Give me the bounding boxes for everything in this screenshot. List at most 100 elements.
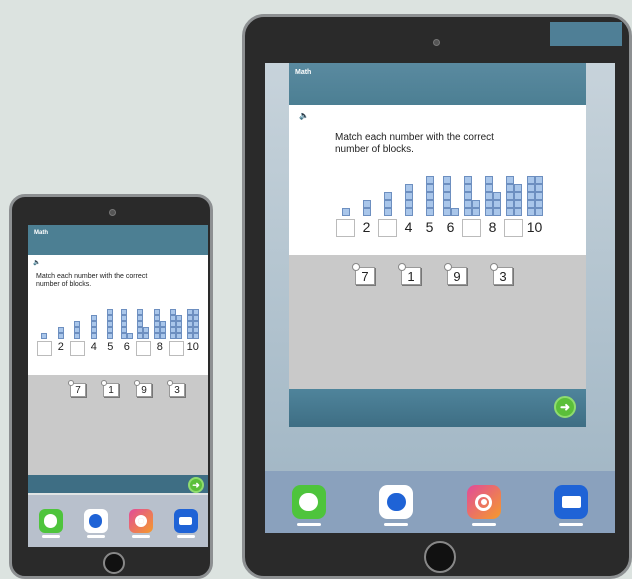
tile-speaker-icon[interactable] <box>166 379 173 387</box>
tile-speaker-icon[interactable] <box>443 262 452 271</box>
number-label: 5 <box>425 219 434 235</box>
tile-speaker-icon[interactable] <box>489 262 498 271</box>
block-cell <box>57 327 64 333</box>
block-cell <box>425 184 434 192</box>
next-button[interactable]: ➜ <box>188 477 204 493</box>
answer-slot[interactable] <box>336 219 355 237</box>
answer-slot[interactable] <box>504 219 523 237</box>
answer-slot[interactable] <box>462 219 481 237</box>
home-button[interactable] <box>424 541 456 573</box>
dock-indicator <box>131 535 150 539</box>
answer-tile[interactable]: 9 <box>443 262 467 285</box>
block-cell <box>425 200 434 208</box>
block-cell <box>362 208 371 216</box>
camera-dot <box>109 209 116 216</box>
answer-tile[interactable]: 1 <box>397 262 421 285</box>
messages-icon[interactable] <box>291 485 326 527</box>
answer-tile[interactable]: 7 <box>67 379 86 397</box>
app-dock <box>28 495 208 547</box>
block-cell <box>492 200 501 208</box>
block-cell <box>153 309 160 315</box>
block-cell <box>463 184 472 192</box>
tile-speaker-icon[interactable] <box>397 262 406 271</box>
block-cell <box>90 327 97 333</box>
answer-tile[interactable]: 3 <box>166 379 185 397</box>
messages-icon[interactable] <box>38 509 63 539</box>
block-cell <box>176 333 183 339</box>
tile-number: 3 <box>174 385 180 396</box>
number-label: 4 <box>404 219 413 235</box>
answer-slot[interactable] <box>37 341 52 356</box>
block-cell <box>505 200 514 208</box>
block-cell <box>484 176 493 184</box>
tile-speaker-icon[interactable] <box>133 379 140 387</box>
camera-icon[interactable] <box>379 485 414 527</box>
number-label: 6 <box>123 341 130 353</box>
block-cell <box>484 192 493 200</box>
block-cell <box>425 192 434 200</box>
block-cell <box>383 200 392 208</box>
answer-tile[interactable]: 3 <box>489 262 513 285</box>
browser-icon[interactable] <box>173 509 198 539</box>
dock-indicator <box>296 523 321 527</box>
dock-glyph <box>561 496 581 508</box>
block-cell <box>120 315 127 321</box>
camera-icon[interactable] <box>83 509 108 539</box>
block-cell <box>534 200 543 208</box>
tile-speaker-icon[interactable] <box>100 379 107 387</box>
dock-glyph <box>178 516 193 526</box>
dock-indicator <box>471 523 496 527</box>
tile-speaker-icon[interactable] <box>351 262 360 271</box>
browser-icon[interactable] <box>554 485 589 527</box>
answer-tile[interactable]: 7 <box>351 262 375 285</box>
block-cell <box>513 184 522 192</box>
lesson-footer <box>289 389 586 427</box>
number-label: 5 <box>107 341 114 353</box>
subject-header: Math <box>28 225 208 255</box>
block-cell <box>159 333 166 339</box>
answer-slot[interactable] <box>378 219 397 237</box>
answer-slot[interactable] <box>70 341 85 356</box>
corner-badge <box>550 22 622 46</box>
dock-glyph <box>43 514 58 528</box>
tile-speaker-icon[interactable] <box>67 379 74 387</box>
speaker-icon[interactable]: 🔈 <box>299 111 309 120</box>
answer-tiles: 7 1 9 3 <box>289 261 586 291</box>
block-cell <box>74 327 81 333</box>
block-cell <box>526 200 535 208</box>
tile-number: 1 <box>108 385 114 396</box>
tablet-device: Math 🔈 Match each number with the correc… <box>242 14 632 579</box>
question-prompt: Match each number with the correct numbe… <box>335 132 575 155</box>
block-cell <box>526 208 535 216</box>
block-column <box>461 173 482 216</box>
subject-label: Math <box>295 69 312 76</box>
block-cell <box>534 176 543 184</box>
block-cell <box>442 208 451 216</box>
lesson-panel: Math 🔈 Match each number with the correc… <box>289 63 586 427</box>
answer-tile[interactable]: 1 <box>100 379 119 397</box>
question-prompt: Match each number with the correct numbe… <box>36 273 196 289</box>
block-column <box>168 305 185 339</box>
tile-number: 1 <box>407 269 415 284</box>
speaker-icon[interactable]: 🔈 <box>33 259 40 266</box>
block-cell <box>90 315 97 321</box>
phone-screen: Math 🔈 Match each number with the correc… <box>28 225 208 547</box>
block-cell <box>471 200 480 208</box>
block-column <box>356 173 377 216</box>
photos-icon[interactable] <box>128 509 153 539</box>
block-column <box>335 173 356 216</box>
answer-tiles: 7 1 9 3 <box>28 377 208 401</box>
answer-tile[interactable]: 9 <box>133 379 152 397</box>
block-cell <box>484 208 493 216</box>
number-row: 2 4 5 6 8 10 <box>36 341 201 356</box>
answer-slot[interactable] <box>136 341 151 356</box>
home-button[interactable] <box>103 552 125 574</box>
photos-icon[interactable] <box>466 485 501 527</box>
block-cell <box>120 309 127 315</box>
block-cell <box>404 192 413 200</box>
subject-label: Math <box>34 230 48 236</box>
prompt-line-1: Match each number with the correct <box>36 273 148 280</box>
next-button[interactable]: ➜ <box>554 396 576 418</box>
block-cell <box>505 176 514 184</box>
answer-slot[interactable] <box>169 341 184 356</box>
